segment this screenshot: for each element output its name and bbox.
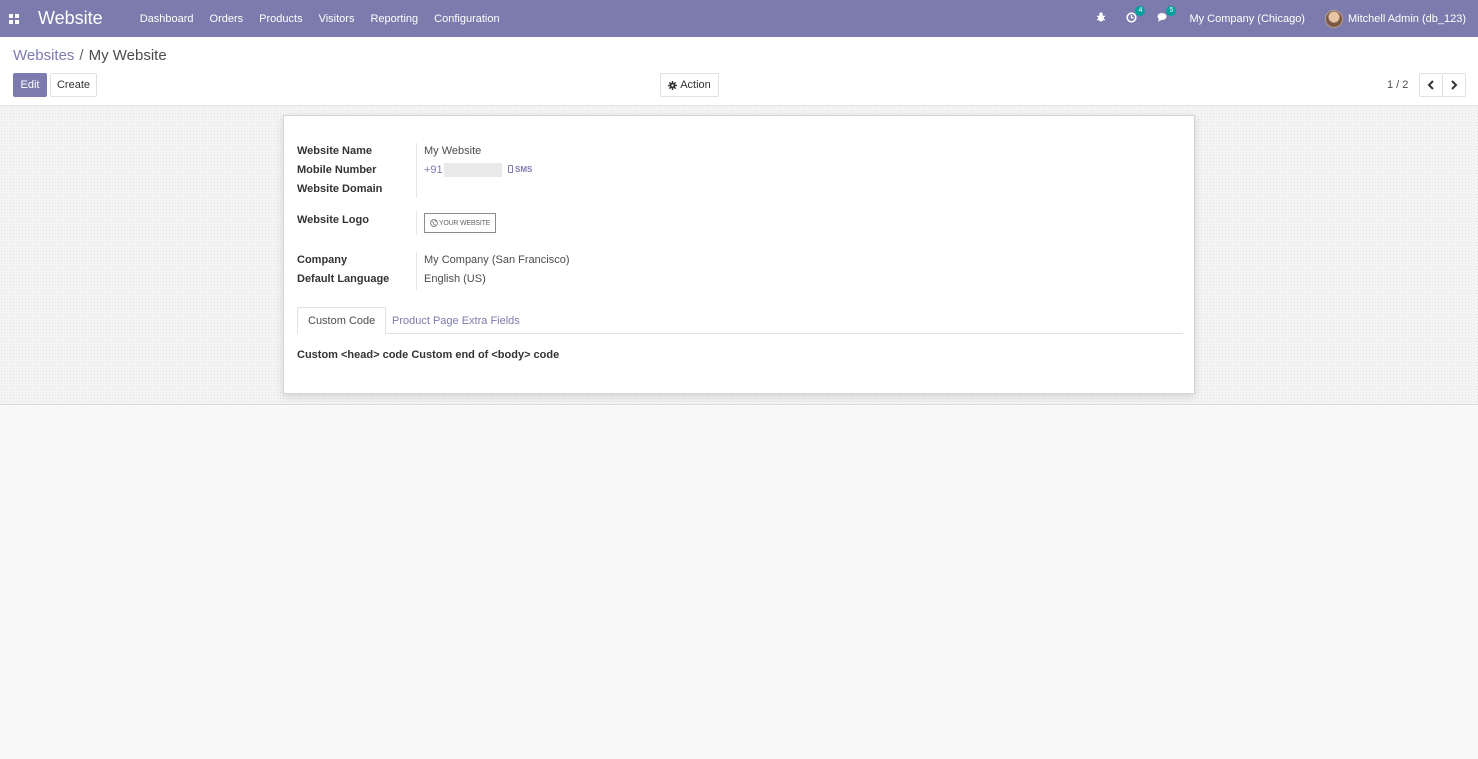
user-menu[interactable]: Mitchell Admin (db_123): [1324, 9, 1466, 28]
default-language-value[interactable]: English (US): [424, 273, 486, 285]
custom-code-labels: Custom <head> code Custom end of <body> …: [297, 349, 559, 361]
website-logo-label: Website Logo: [297, 214, 369, 226]
debug-bug-icon[interactable]: [1096, 12, 1106, 25]
user-name: Mitchell Admin (db_123): [1347, 12, 1466, 25]
top-navbar: Website Dashboard Orders Products Visito…: [0, 0, 1478, 37]
mobile-number-label: Mobile Number: [297, 164, 377, 176]
pager-next-button[interactable]: [1442, 73, 1466, 97]
phone-prefix: +91: [424, 163, 443, 176]
chevron-right-icon: [1451, 80, 1458, 90]
create-button[interactable]: Create: [50, 73, 97, 97]
activity-clock-icon[interactable]: 4: [1126, 5, 1146, 26]
avatar: [1324, 9, 1343, 28]
control-panel: Websites / My Website Edit Create Action 1…: [0, 37, 1478, 106]
form-sheet: Website Name My Website Mobile Number +9…: [283, 115, 1195, 394]
sms-label: SMS: [515, 165, 533, 174]
pager-value[interactable]: 1 / 2: [1387, 79, 1408, 91]
menu-orders[interactable]: Orders: [210, 13, 244, 25]
field-divider: [416, 143, 417, 198]
field-divider: [416, 252, 417, 290]
company-value[interactable]: My Company (San Francisco): [424, 254, 570, 266]
activity-badge: 4: [1135, 5, 1146, 16]
menu-visitors[interactable]: Visitors: [319, 13, 355, 25]
messages-badge: 5: [1166, 5, 1177, 16]
main-menu: Dashboard Orders Products Visitors Repor…: [140, 13, 516, 25]
mobile-number-value[interactable]: +91: [424, 163, 502, 177]
company-label: Company: [297, 254, 348, 266]
website-domain-label: Website Domain: [297, 183, 383, 195]
globe-icon: [430, 219, 438, 227]
custom-body-code-label: Custom end of <body> code: [411, 349, 560, 361]
systray: 4 5 My Company (Chicago) Mitchell Admin …: [1096, 0, 1466, 37]
sms-button[interactable]: SMS: [508, 165, 532, 174]
gear-icon: [668, 80, 678, 90]
edit-button[interactable]: Edit: [13, 73, 47, 97]
breadcrumb: Websites / My Website: [13, 47, 167, 64]
website-name-label: Website Name: [297, 145, 372, 157]
notebook-tabs: Custom Code Product Page Extra Fields: [297, 307, 1183, 334]
field-divider: [416, 211, 417, 235]
menu-reporting[interactable]: Reporting: [370, 13, 418, 25]
tab-product-page-extra-fields[interactable]: Product Page Extra Fields: [382, 307, 530, 334]
custom-head-code-label: Custom <head> code: [297, 349, 409, 361]
tab-custom-code[interactable]: Custom Code: [297, 307, 387, 334]
chevron-left-icon: [1427, 80, 1434, 90]
logo-text: YOUR WEBSITE: [438, 219, 491, 227]
apps-grid-icon[interactable]: [9, 13, 19, 24]
action-label: Action: [680, 79, 711, 91]
website-logo-image[interactable]: YOUR WEBSITE: [424, 213, 496, 233]
breadcrumb-websites[interactable]: Websites: [13, 47, 74, 64]
app-brand[interactable]: Website: [38, 8, 103, 29]
breadcrumb-current: My Website: [88, 47, 167, 64]
menu-products[interactable]: Products: [259, 13, 302, 25]
mobile-phone-icon: [508, 165, 513, 173]
messages-chat-icon[interactable]: 5: [1157, 5, 1177, 26]
phone-number-redacted: [443, 163, 502, 177]
default-language-label: Default Language: [297, 273, 390, 285]
website-name-value[interactable]: My Website: [424, 145, 481, 157]
menu-dashboard[interactable]: Dashboard: [140, 13, 194, 25]
pager-previous-button[interactable]: [1419, 73, 1443, 97]
breadcrumb-separator: /: [79, 47, 84, 64]
action-button[interactable]: Action: [660, 73, 719, 97]
menu-configuration[interactable]: Configuration: [434, 13, 499, 25]
company-switcher[interactable]: My Company (Chicago): [1189, 13, 1305, 25]
